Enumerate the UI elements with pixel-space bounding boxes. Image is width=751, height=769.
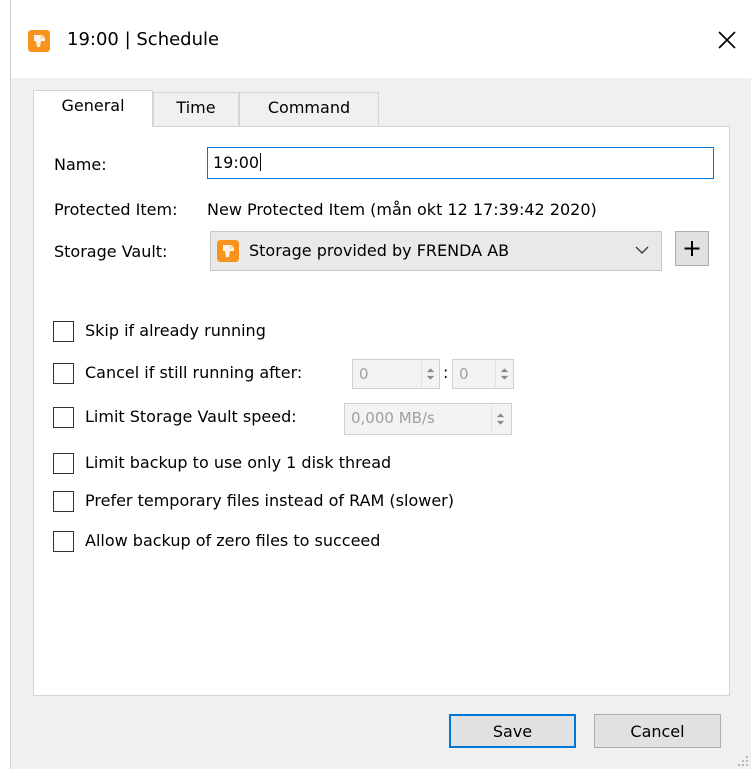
speed-limit-stepper[interactable]: 0,000 MB/s: [344, 403, 512, 435]
prefer-temp-files-checkbox[interactable]: [53, 491, 74, 512]
protected-item-label: Protected Item:: [54, 200, 178, 219]
cancel-minutes-value: 0: [459, 365, 469, 383]
speed-limit-value: 0,000 MB/s: [351, 409, 435, 427]
name-label: Name:: [54, 155, 107, 174]
allow-zero-files-label: Allow backup of zero files to succeed: [85, 531, 381, 550]
name-value: 19:00: [213, 153, 260, 172]
plus-icon: [684, 241, 700, 256]
skip-if-running-checkbox[interactable]: [53, 321, 74, 342]
single-disk-thread-label: Limit backup to use only 1 disk thread: [85, 453, 392, 472]
storage-vault-value: Storage provided by FRENDA AB: [249, 241, 510, 260]
name-field[interactable]: 19:00: [207, 147, 714, 179]
cancel-minutes-stepper[interactable]: 0: [452, 359, 514, 389]
tab-command[interactable]: Command: [239, 92, 379, 126]
single-disk-thread-checkbox[interactable]: [53, 453, 74, 474]
resize-grip-icon[interactable]: [737, 755, 749, 767]
storage-vault-icon: [217, 240, 239, 262]
time-separator: :: [443, 363, 449, 382]
storage-vault-label: Storage Vault:: [54, 242, 168, 261]
schedule-dialog: 19:00 | Schedule General Time Command Na…: [10, 0, 751, 769]
save-button[interactable]: Save: [449, 714, 576, 748]
cancel-hours-value: 0: [359, 365, 369, 383]
allow-zero-files-checkbox[interactable]: [53, 531, 74, 552]
app-icon: [28, 30, 50, 52]
protected-item-value: New Protected Item (mån okt 12 17:39:42 …: [207, 200, 597, 219]
cancel-hours-stepper[interactable]: 0: [352, 359, 440, 389]
prefer-temp-files-label: Prefer temporary files instead of RAM (s…: [85, 491, 454, 510]
spin-arrows-icon: [421, 361, 435, 387]
add-storage-vault-button[interactable]: [675, 231, 709, 266]
title-bar: 19:00 | Schedule: [11, 0, 751, 78]
close-icon[interactable]: [711, 24, 743, 56]
cancel-button[interactable]: Cancel: [594, 714, 721, 748]
cancel-if-running-label: Cancel if still running after:: [85, 363, 303, 382]
window-title: 19:00 | Schedule: [67, 29, 220, 50]
general-panel: Name: 19:00 Protected Item: New Protecte…: [33, 126, 730, 696]
limit-vault-speed-label: Limit Storage Vault speed:: [85, 407, 297, 426]
skip-if-running-label: Skip if already running: [85, 321, 266, 340]
cancel-if-running-checkbox[interactable]: [53, 363, 74, 384]
storage-vault-select[interactable]: Storage provided by FRENDA AB: [210, 231, 662, 271]
spin-arrows-icon: [491, 406, 505, 432]
tab-time[interactable]: Time: [153, 92, 239, 126]
spin-arrows-icon: [495, 361, 509, 387]
text-caret: [260, 153, 262, 171]
tab-general[interactable]: General: [33, 90, 153, 127]
chevron-down-icon: [635, 246, 649, 254]
limit-vault-speed-checkbox[interactable]: [53, 407, 74, 428]
